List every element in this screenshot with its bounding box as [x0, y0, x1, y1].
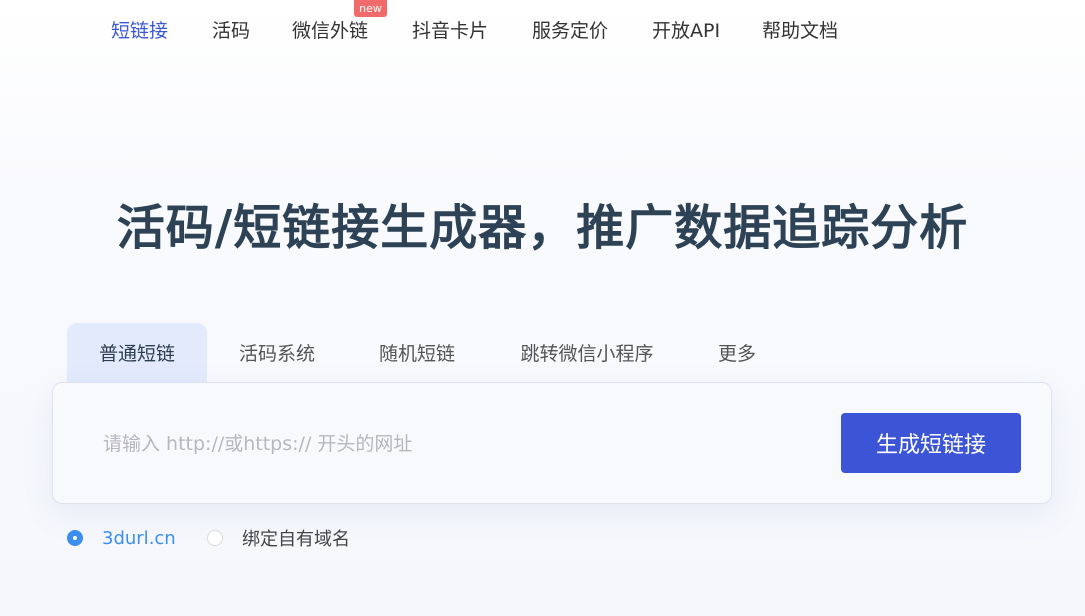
tab-live-code-system[interactable]: 活码系统 — [207, 323, 347, 383]
nav-item-short-link[interactable]: 短链接 — [111, 16, 168, 43]
nav-item-open-api[interactable]: 开放API — [652, 16, 720, 43]
domain-option-3durl[interactable]: 3durl.cn — [67, 527, 176, 549]
hero-title: 活码/短链接生成器，推广数据追踪分析 — [116, 200, 969, 256]
domain-option-custom[interactable]: 绑定自有域名 — [207, 527, 350, 550]
generate-short-link-button[interactable]: 生成短链接 — [841, 413, 1021, 473]
nav-item-douyin-card[interactable]: 抖音卡片 — [412, 16, 488, 43]
nav-item-pricing[interactable]: 服务定价 — [532, 16, 608, 43]
tab-random-short-link[interactable]: 随机短链 — [347, 323, 487, 383]
radio-checked-icon[interactable] — [67, 530, 83, 546]
url-form-card: 生成短链接 — [52, 382, 1052, 504]
top-nav: 短链接 活码 微信外链 new 抖音卡片 服务定价 开放API 帮助文档 — [0, 0, 1085, 58]
nav-item-help-docs[interactable]: 帮助文档 — [762, 16, 838, 43]
new-badge: new — [354, 0, 387, 17]
domain-option-label: 3durl.cn — [102, 527, 176, 549]
nav-item-wechat-link[interactable]: 微信外链 — [292, 16, 368, 43]
radio-unchecked-icon[interactable] — [207, 530, 223, 546]
domain-option-label: 绑定自有域名 — [242, 529, 350, 550]
tab-more[interactable]: 更多 — [687, 323, 787, 383]
tab-normal-short-link[interactable]: 普通短链 — [67, 323, 207, 383]
tab-wechat-mini-program[interactable]: 跳转微信小程序 — [487, 323, 687, 383]
nav-item-live-code[interactable]: 活码 — [212, 16, 250, 43]
url-input[interactable] — [101, 421, 805, 467]
